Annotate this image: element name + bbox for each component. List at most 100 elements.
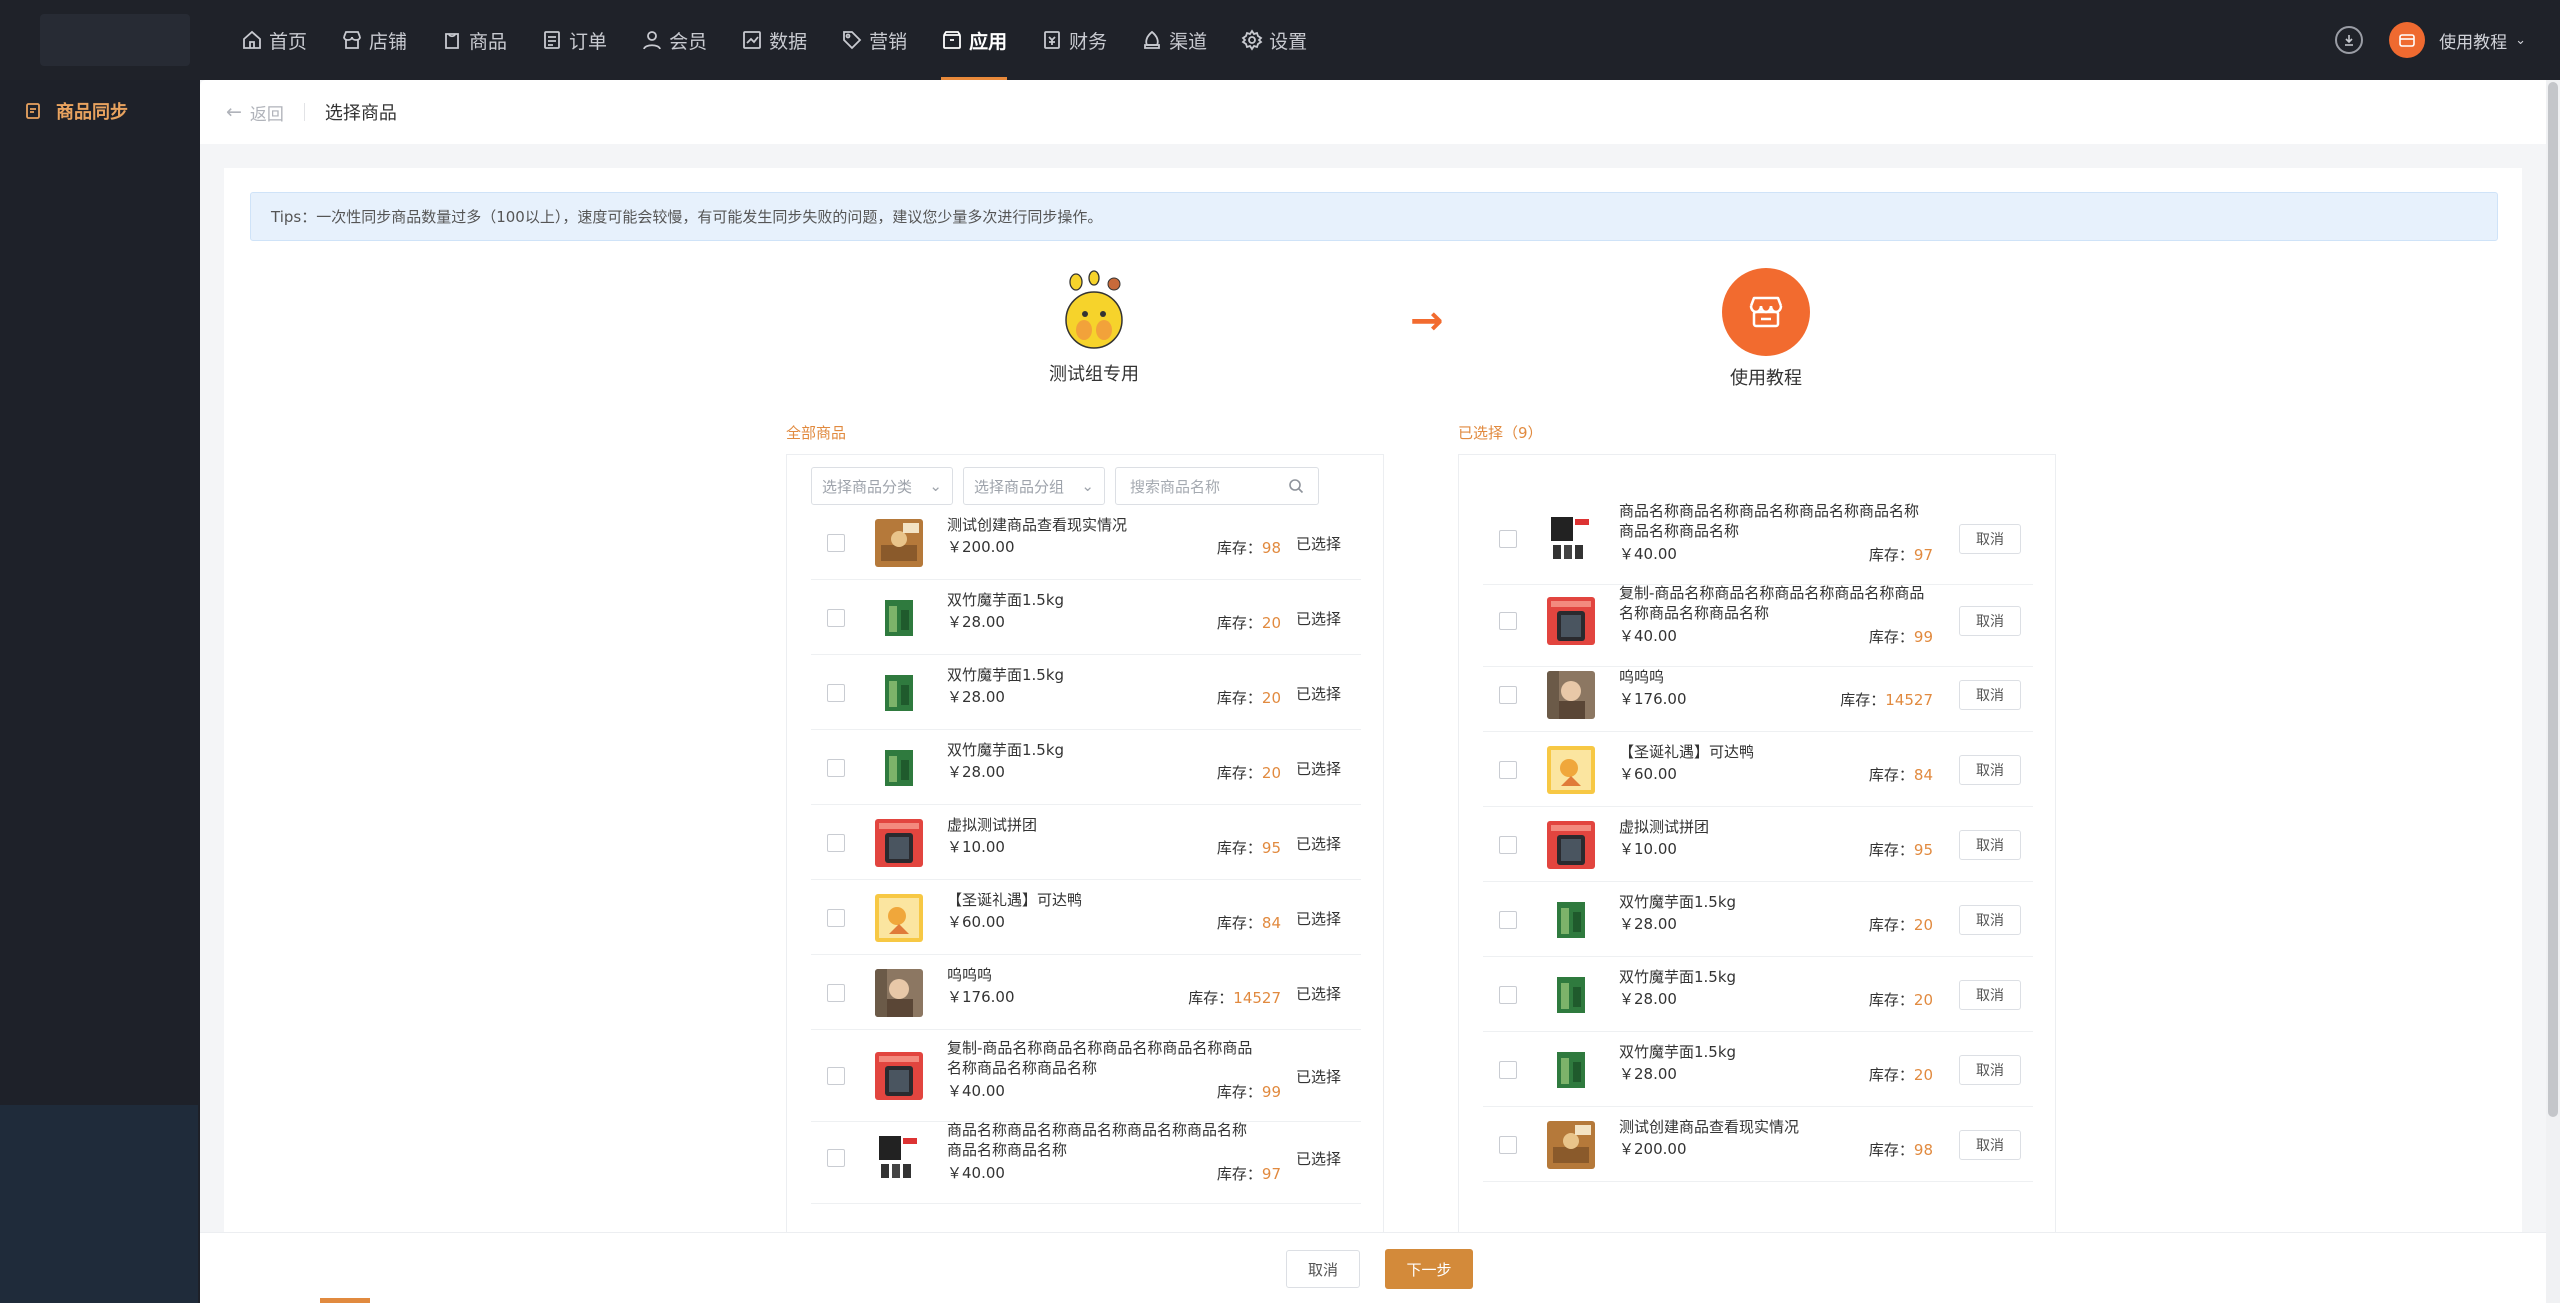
product-row[interactable]: 双竹魔芋面1.5kg ￥28.00 库存：20 已选择 (811, 655, 1361, 730)
row-checkbox[interactable] (827, 533, 845, 552)
arrow-right-icon: → (1410, 298, 1444, 344)
row-checkbox[interactable] (1499, 985, 1517, 1004)
remove-button[interactable]: 取消 (1959, 754, 2021, 785)
product-row[interactable]: 虚拟测试拼团 ￥10.00 库存：95 取消 (1483, 807, 2033, 882)
product-thumbnail (875, 668, 923, 717)
stock-prefix: 库存： (1216, 539, 1262, 557)
sidebar-item-product-sync[interactable]: 商品同步 (24, 98, 128, 124)
product-row[interactable]: 【圣诞礼遇】可达鸭 ￥60.00 库存：84 取消 (1483, 732, 2033, 807)
product-price: ￥28.00 (947, 763, 1005, 781)
row-checkbox[interactable] (1499, 910, 1517, 929)
nav-item-finance[interactable]: 财务 (1024, 0, 1124, 80)
target-store-name: 使用教程 (1730, 368, 1802, 389)
remove-button[interactable]: 取消 (1959, 829, 2021, 860)
row-checkbox[interactable] (1499, 1060, 1517, 1079)
product-row[interactable]: 商品名称商品名称商品名称商品名称商品名称商品名称商品名称 ￥40.00 库存：97 取… (1483, 493, 2033, 585)
nav-item-store[interactable]: 店铺 (324, 0, 424, 80)
product-price: ￥176.00 (1619, 690, 1687, 708)
top-right-area: 使用教程 ⌄ (2335, 0, 2526, 80)
remove-button[interactable]: 取消 (1959, 1129, 2021, 1160)
row-checkbox[interactable] (827, 1149, 845, 1167)
row-checkbox[interactable] (827, 908, 845, 927)
avatar[interactable] (2389, 22, 2426, 58)
product-stock: 库存：84 (1869, 764, 1933, 785)
product-row[interactable]: 双竹魔芋面1.5kg ￥28.00 库存：20 取消 (1483, 957, 2033, 1032)
row-checkbox[interactable] (1499, 1135, 1517, 1154)
chevron-down-icon: ⌄ (1081, 477, 1094, 495)
nav-item-chart[interactable]: 数据 (724, 0, 824, 80)
row-checkbox[interactable] (827, 608, 845, 627)
nav-item-goods[interactable]: 商品 (424, 0, 524, 80)
product-row[interactable]: 呜呜呜 ￥176.00 库存：14527 取消 (1483, 657, 2033, 732)
logo[interactable] (40, 14, 190, 66)
product-thumbnail (875, 968, 923, 1017)
remove-button[interactable]: 取消 (1959, 904, 2021, 935)
search-input[interactable]: 搜索商品名称 (1115, 467, 1319, 505)
download-icon[interactable] (2335, 26, 2364, 54)
filter-bar: 选择商品分类 ⌄ 选择商品分组 ⌄ 搜索商品名称 (811, 467, 1319, 505)
row-checkbox[interactable] (827, 833, 845, 852)
product-thumbnail (875, 1052, 923, 1100)
row-checkbox[interactable] (1499, 530, 1517, 548)
remove-button[interactable]: 取消 (1959, 524, 2021, 554)
stock-prefix: 库存： (1216, 764, 1262, 782)
row-checkbox[interactable] (1499, 612, 1517, 630)
back-button[interactable]: ← 返回 (226, 100, 284, 125)
selected-status: 已选择 (1295, 684, 1341, 703)
next-step-button[interactable]: 下一步 (1385, 1249, 1473, 1289)
product-row[interactable]: 双竹魔芋面1.5kg ￥28.00 库存：20 取消 (1483, 1032, 2033, 1107)
stock-value: 95 (1913, 841, 1933, 859)
stock-prefix: 库存： (1216, 1083, 1262, 1101)
product-row[interactable]: 呜呜呜 ￥176.00 库存：14527 已选择 (811, 955, 1361, 1030)
nav-item-gear[interactable]: 设置 (1224, 0, 1324, 80)
goods-icon (445, 33, 459, 49)
nav-item-label: 数据 (769, 30, 808, 53)
top-navigation-bar: 首页 店铺 商品 订单 会员 数据 营销 应用 财务 渠道 设置 使用教程 ⌄ (0, 0, 2560, 80)
remove-button[interactable]: 取消 (1959, 979, 2021, 1010)
row-checkbox[interactable] (1499, 760, 1517, 779)
category-select[interactable]: 选择商品分类 ⌄ (811, 467, 953, 505)
tips-banner: Tips：一次性同步商品数量过多（100以上），速度可能会较慢，有可能发生同步失… (250, 192, 2498, 241)
product-price: ￥28.00 (947, 688, 1005, 706)
nav-item-member[interactable]: 会员 (624, 0, 724, 80)
stock-value: 99 (1261, 1083, 1281, 1101)
nav-item-tag[interactable]: 营销 (824, 0, 924, 80)
product-name: 虚拟测试拼团 (947, 816, 1038, 834)
group-select-placeholder: 选择商品分组 (974, 477, 1065, 496)
cancel-button[interactable]: 取消 (1286, 1250, 1360, 1288)
product-row[interactable]: 商品名称商品名称商品名称商品名称商品名称商品名称商品名称 ￥40.00 库存：97 已… (811, 1112, 1361, 1204)
nav-item-app[interactable]: 应用 (924, 0, 1024, 80)
product-thumbnail (875, 518, 923, 567)
remove-button[interactable]: 取消 (1959, 679, 2021, 710)
product-row[interactable]: 双竹魔芋面1.5kg ￥28.00 库存：20 已选择 (811, 580, 1361, 655)
stock-value: 97 (1261, 1165, 1281, 1183)
row-checkbox[interactable] (827, 758, 845, 777)
product-row[interactable]: 测试创建商品查看现实情况 ￥200.00 库存：98 取消 (1483, 1107, 2033, 1182)
remove-button[interactable]: 取消 (1959, 606, 2021, 636)
product-row[interactable]: 双竹魔芋面1.5kg ￥28.00 库存：20 取消 (1483, 882, 2033, 957)
divider (303, 103, 305, 121)
product-row[interactable]: 复制-商品名称商品名称商品名称商品名称商品名称商品名称商品名称 ￥40.00 库存：… (811, 1030, 1361, 1122)
product-row[interactable]: 双竹魔芋面1.5kg ￥28.00 库存：20 已选择 (811, 730, 1361, 805)
product-row[interactable]: 复制-商品名称商品名称商品名称商品名称商品名称商品名称商品名称 ￥40.00 库存：… (1483, 575, 2033, 667)
user-menu[interactable]: 使用教程 ⌄ (2439, 28, 2526, 53)
row-checkbox[interactable] (1499, 835, 1517, 854)
group-select[interactable]: 选择商品分组 ⌄ (963, 467, 1105, 505)
product-row[interactable]: 【圣诞礼遇】可达鸭 ￥60.00 库存：84 已选择 (811, 880, 1361, 955)
source-store: 测试组专用 (984, 268, 1204, 386)
row-checkbox[interactable] (1499, 685, 1517, 704)
row-checkbox[interactable] (827, 983, 845, 1002)
nav-item-channel[interactable]: 渠道 (1124, 0, 1224, 80)
row-checkbox[interactable] (827, 1067, 845, 1085)
nav-item-order[interactable]: 订单 (524, 0, 624, 80)
selected-status: 已选择 (1295, 834, 1341, 853)
product-row[interactable]: 测试创建商品查看现实情况 ￥200.00 库存：98 已选择 (811, 505, 1361, 580)
remove-button[interactable]: 取消 (1959, 1054, 2021, 1085)
nav-item-label: 订单 (569, 30, 608, 53)
product-stock: 库存：20 (1217, 612, 1281, 633)
scrollbar-thumb[interactable] (2548, 82, 2558, 1117)
row-checkbox[interactable] (827, 683, 845, 702)
product-price: ￥40.00 (947, 1164, 1005, 1182)
nav-item-home[interactable]: 首页 (224, 0, 324, 80)
product-row[interactable]: 虚拟测试拼团 ￥10.00 库存：95 已选择 (811, 805, 1361, 880)
